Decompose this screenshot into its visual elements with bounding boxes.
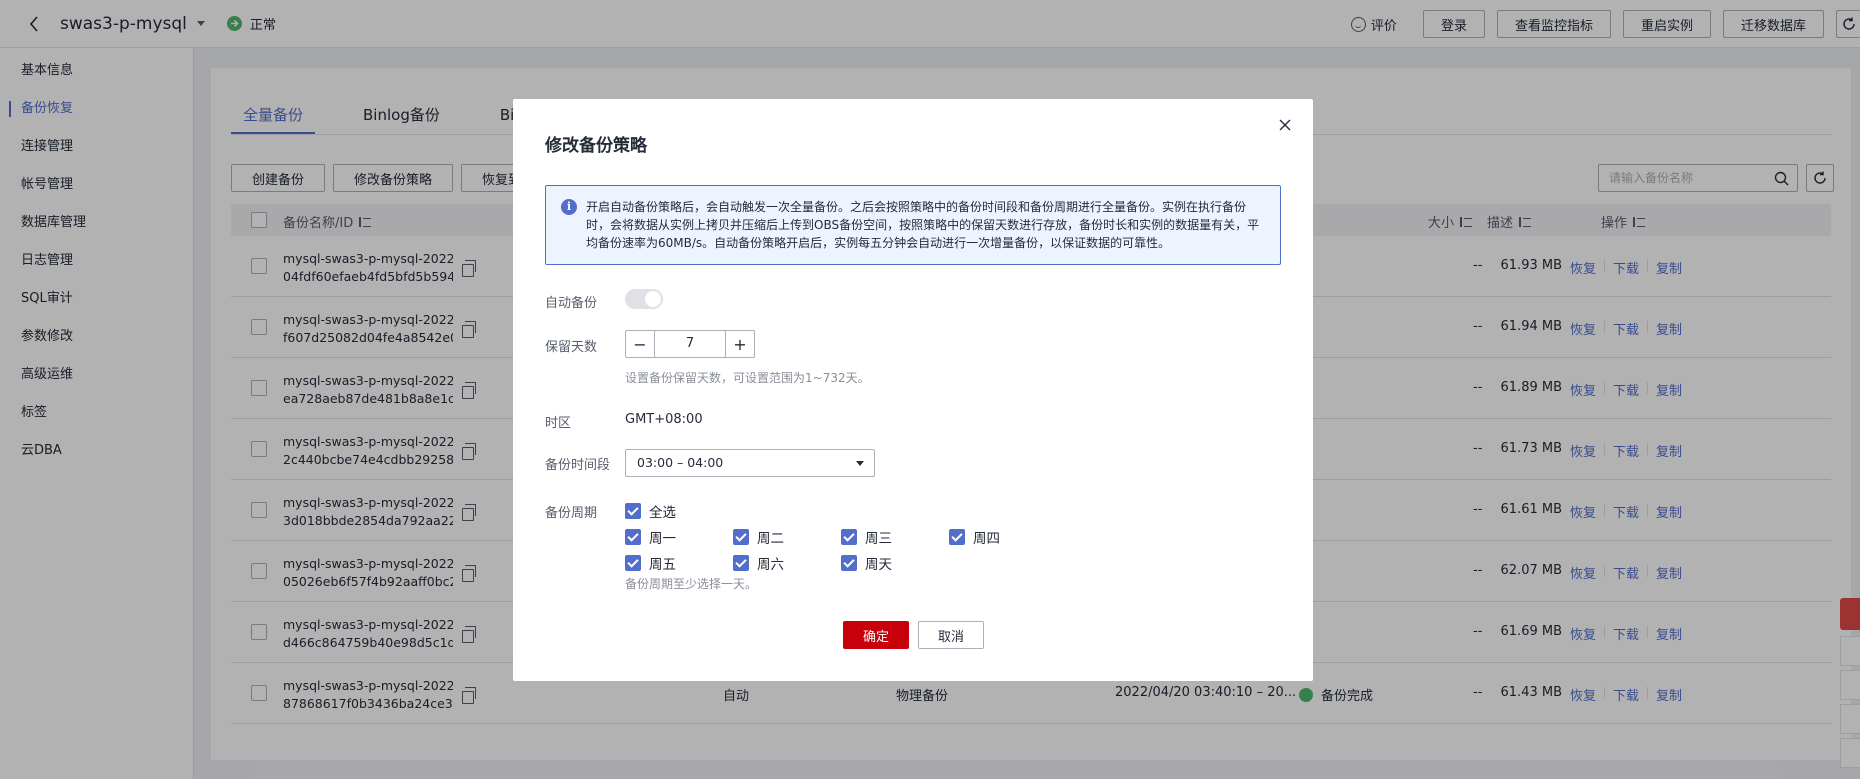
day-label: 周五 xyxy=(649,557,676,573)
retention-input[interactable]: 7 xyxy=(654,331,726,357)
day-checkbox-mon[interactable]: 周一 xyxy=(625,527,676,547)
auto-backup-toggle[interactable] xyxy=(625,289,663,309)
timezone-value: GMT+08:00 xyxy=(625,412,703,427)
cancel-button[interactable]: 取消 xyxy=(918,621,984,649)
day-checkbox-tue[interactable]: 周二 xyxy=(733,527,784,547)
backup-window-label: 备份时间段 xyxy=(545,458,611,473)
modify-backup-policy-dialog: 修改备份策略 i 开启自动备份策略后，会自动触发一次全量备份。之后会按照策略中的… xyxy=(513,99,1313,681)
confirm-button[interactable]: 确定 xyxy=(843,621,909,649)
increment-button[interactable]: + xyxy=(726,331,754,357)
select-all-days-checkbox[interactable]: 全选 xyxy=(625,501,676,521)
day-label: 周二 xyxy=(757,531,784,547)
day-label: 周四 xyxy=(973,531,1000,547)
day-checkbox-thu[interactable]: 周四 xyxy=(949,527,1000,547)
backup-window-value: 03:00 – 04:00 xyxy=(637,455,724,470)
checkbox-checked-icon xyxy=(625,529,641,545)
close-icon[interactable] xyxy=(1275,115,1295,135)
retention-hint: 设置备份保留天数，可设置范围为1~732天。 xyxy=(625,371,870,385)
day-checkbox-sun[interactable]: 周天 xyxy=(841,553,892,573)
decrement-button[interactable]: − xyxy=(626,331,654,357)
checkbox-checked-icon xyxy=(733,555,749,571)
auto-backup-label: 自动备份 xyxy=(545,296,598,311)
day-label: 周天 xyxy=(865,557,892,573)
checkbox-checked-icon xyxy=(625,555,641,571)
day-checkbox-fri[interactable]: 周五 xyxy=(625,553,676,573)
checkbox-checked-icon xyxy=(733,529,749,545)
timezone-label: 时区 xyxy=(545,416,572,431)
info-banner: i 开启自动备份策略后，会自动触发一次全量备份。之后会按照策略中的备份时间段和备… xyxy=(545,185,1281,265)
day-checkbox-sat[interactable]: 周六 xyxy=(733,553,784,573)
checkbox-checked-icon xyxy=(949,529,965,545)
checkbox-checked-icon xyxy=(841,555,857,571)
backup-window-select[interactable]: 03:00 – 04:00 xyxy=(625,449,875,477)
day-checkbox-wed[interactable]: 周三 xyxy=(841,527,892,547)
day-label: 周六 xyxy=(757,557,784,573)
retention-label: 保留天数 xyxy=(545,340,598,355)
day-label: 周一 xyxy=(649,531,676,547)
select-all-label: 全选 xyxy=(649,505,676,521)
info-text: 开启自动备份策略后，会自动触发一次全量备份。之后会按照策略中的备份时间段和备份周… xyxy=(586,200,1260,250)
checkbox-checked-icon xyxy=(841,529,857,545)
info-icon: i xyxy=(561,199,577,215)
backup-period-label: 备份周期 xyxy=(545,506,598,521)
dialog-title: 修改备份策略 xyxy=(545,136,647,156)
chevron-down-icon xyxy=(856,461,864,466)
period-hint: 备份周期至少选择一天。 xyxy=(625,577,758,591)
day-label: 周三 xyxy=(865,531,892,547)
retention-stepper: − 7 + xyxy=(625,330,755,358)
checkbox-checked-icon xyxy=(625,503,641,519)
